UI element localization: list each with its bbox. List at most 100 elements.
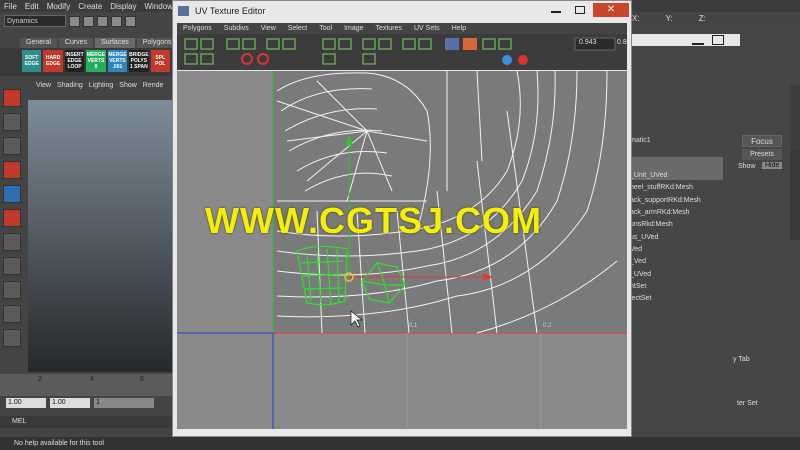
outliner-item[interactable]: htSet bbox=[630, 283, 646, 290]
scale-tool-icon[interactable] bbox=[3, 209, 21, 227]
help-line: No help available for this tool bbox=[0, 437, 800, 450]
channel-box-side-tab[interactable] bbox=[790, 150, 800, 240]
tick-6: 6 bbox=[140, 376, 144, 383]
maximize-button[interactable] bbox=[569, 4, 591, 16]
menu-display[interactable]: Display bbox=[110, 2, 136, 11]
rotate-tool-icon[interactable] bbox=[3, 185, 21, 203]
shelf-tabs: General Curves Surfaces Polygons bbox=[0, 38, 178, 48]
tick-4: 4 bbox=[90, 376, 94, 383]
outliner-item[interactable]: heel_stuffRKd:Mesh bbox=[630, 184, 693, 191]
show-button[interactable]: Show bbox=[738, 163, 756, 170]
shelf-tab-curves[interactable]: Curves bbox=[58, 38, 94, 48]
tick-2: 2 bbox=[38, 376, 42, 383]
viewport-menu-lighting[interactable]: Lighting bbox=[89, 82, 114, 89]
menu-file[interactable]: File bbox=[4, 2, 17, 11]
maximize-icon[interactable] bbox=[712, 35, 724, 45]
select-object-icon[interactable] bbox=[125, 15, 136, 27]
grid-label-x1: 0.1 bbox=[409, 323, 418, 329]
viewport-menu: View Shading Lighting Show Rende bbox=[28, 80, 172, 91]
insert-edge-loop-button[interactable]: INSERT EDGE LOOP bbox=[64, 50, 85, 72]
y-field[interactable]: Y: bbox=[666, 14, 673, 23]
time-slider[interactable]: 2 4 6 bbox=[0, 374, 172, 396]
save-scene-icon[interactable] bbox=[97, 15, 108, 27]
merge-verts-001-button[interactable]: MERGE VERTS .001 bbox=[107, 50, 128, 72]
bridge-polys-button[interactable]: BRIDGE POLYS 1 SPAN bbox=[129, 50, 149, 72]
secondary-window-titlebar bbox=[632, 34, 740, 46]
outliner-item[interactable]: jectSet bbox=[630, 295, 651, 302]
viewport-menu-renderer[interactable]: Rende bbox=[143, 82, 164, 89]
open-scene-icon[interactable] bbox=[83, 15, 94, 27]
lasso-tool-icon[interactable] bbox=[3, 113, 21, 131]
split-poly-button[interactable]: SPL POL bbox=[150, 50, 170, 72]
uv-menu-tool[interactable]: Tool bbox=[319, 25, 332, 32]
shelf: SOFT EDGE HARD EDGE INSERT EDGE LOOP MER… bbox=[0, 48, 172, 76]
outliner-item[interactable]: _Ved bbox=[630, 258, 646, 265]
range-current-field[interactable]: 1.00 bbox=[50, 398, 90, 408]
soft-mod-icon[interactable] bbox=[3, 257, 21, 275]
x-field[interactable]: X: bbox=[632, 14, 640, 23]
uv-menu-select[interactable]: Select bbox=[288, 25, 307, 32]
menu-create[interactable]: Create bbox=[78, 2, 102, 11]
viewport-menu-show[interactable]: Show bbox=[119, 82, 137, 89]
menu-modify[interactable]: Modify bbox=[47, 2, 71, 11]
select-hierarchy-icon[interactable] bbox=[111, 15, 122, 27]
uv-grid-and-mesh bbox=[177, 71, 627, 429]
uv-menu-uv-sets[interactable]: UV Sets bbox=[414, 25, 440, 32]
paint-select-icon[interactable] bbox=[3, 137, 21, 155]
channel-box-panel bbox=[630, 30, 800, 430]
new-scene-icon[interactable] bbox=[69, 15, 80, 27]
outliner-item[interactable]: us_UVed bbox=[630, 234, 658, 241]
minimize-button[interactable] bbox=[545, 4, 567, 16]
outliner-item[interactable]: _UVed bbox=[630, 271, 651, 278]
last-tool-icon[interactable] bbox=[3, 281, 21, 299]
mel-label: MEL bbox=[12, 418, 27, 425]
layout-outliner-icon[interactable] bbox=[3, 329, 21, 347]
viewport-menu-shading[interactable]: Shading bbox=[57, 82, 83, 89]
uv-editor-menu: Polygons Subdivs View Select Tool Image … bbox=[177, 23, 627, 34]
z-field[interactable]: Z: bbox=[699, 14, 706, 23]
uv-toolbar-icons bbox=[184, 37, 616, 65]
select-tool-icon[interactable] bbox=[3, 89, 21, 107]
uv-menu-subdivs[interactable]: Subdivs bbox=[224, 25, 249, 32]
manipulator-icon[interactable] bbox=[3, 233, 21, 251]
menu-edit[interactable]: Edit bbox=[25, 2, 39, 11]
watermark-text: WWW.CGTSJ.COM bbox=[205, 200, 542, 241]
material-label: matic1 bbox=[630, 137, 651, 144]
perspective-viewport[interactable] bbox=[28, 100, 172, 372]
presets-button[interactable]: Presets bbox=[742, 149, 782, 160]
hard-edge-button[interactable]: HARD EDGE bbox=[43, 50, 63, 72]
uv-menu-view[interactable]: View bbox=[261, 25, 276, 32]
character-set-label: ter Set bbox=[737, 400, 758, 407]
uv-menu-polygons[interactable]: Polygons bbox=[183, 25, 212, 32]
menu-set-dropdown[interactable]: Dynamics bbox=[4, 15, 66, 27]
uv-canvas[interactable]: 0.1 0.2 bbox=[177, 71, 627, 429]
outliner-item[interactable]: ack_supportRKd:Mesh bbox=[630, 197, 701, 204]
range-start-field[interactable]: 1.00 bbox=[6, 398, 46, 408]
close-button[interactable]: ✕ bbox=[593, 3, 629, 17]
focus-button[interactable]: Focus bbox=[742, 135, 782, 147]
shelf-tab-surfaces[interactable]: Surfaces bbox=[95, 38, 135, 48]
maximize-icon bbox=[575, 6, 585, 14]
uv-menu-textures[interactable]: Textures bbox=[376, 25, 402, 32]
viewport-menu-view[interactable]: View bbox=[36, 82, 51, 89]
range-slider: 1.00 1.00 1 bbox=[0, 398, 172, 410]
soft-edge-button[interactable]: SOFT EDGE bbox=[22, 50, 42, 72]
uv-menu-image[interactable]: Image bbox=[344, 25, 363, 32]
uv-value-field-a[interactable]: 0.943 bbox=[579, 39, 597, 46]
uv-editor-title: UV Texture Editor bbox=[195, 6, 266, 16]
outliner-item[interactable]: _Unit_UVed bbox=[630, 172, 667, 179]
outliner-item[interactable]: ack_armRKd:Mesh bbox=[630, 209, 690, 216]
menu-window[interactable]: Window bbox=[145, 2, 173, 11]
move-tool-icon[interactable] bbox=[3, 161, 21, 179]
merge-verts-0-button[interactable]: MERGE VERTS 0 bbox=[86, 50, 106, 72]
tab-button[interactable]: y Tab bbox=[733, 356, 750, 363]
range-frame-field[interactable]: 1 bbox=[94, 398, 154, 408]
hide-button[interactable]: Hide bbox=[762, 162, 783, 169]
uv-value-field-b[interactable]: 0.8 bbox=[617, 39, 627, 46]
layout-single-icon[interactable] bbox=[3, 305, 21, 323]
uv-menu-help[interactable]: Help bbox=[452, 25, 466, 32]
outliner-item[interactable]: unsRkd:Mesh bbox=[630, 221, 673, 228]
minimize-icon[interactable] bbox=[692, 35, 704, 45]
shelf-tab-general[interactable]: General bbox=[20, 38, 57, 48]
minimize-icon bbox=[551, 11, 561, 13]
